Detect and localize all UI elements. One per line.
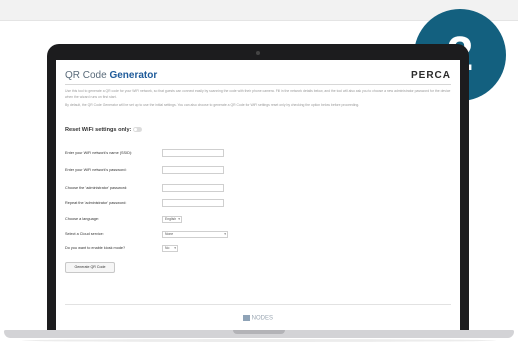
footer-divider	[65, 304, 451, 305]
laptop-shadow	[22, 339, 496, 342]
laptop-base-notch	[233, 330, 285, 334]
kiosk-select[interactable]: No ▾	[162, 245, 178, 252]
kiosk-value: No	[165, 246, 170, 250]
chevron-down-icon: ▾	[178, 217, 180, 221]
ssid-label: Enter your WiFi network's name (SSID):	[65, 151, 133, 155]
footer-brand-text: NODES	[251, 315, 273, 322]
wifi-password-label: Enter your WiFi network's password:	[65, 168, 127, 172]
qr-generator-page: QR Code Generator PERCA Use this tool to…	[65, 70, 451, 273]
admin-password-row: Choose the 'administrator' password:	[65, 184, 451, 196]
cloud-select[interactable]: None ▾	[162, 231, 228, 238]
header-divider	[65, 84, 451, 85]
admin-password-input[interactable]	[162, 184, 224, 192]
chevron-down-icon: ▾	[224, 232, 226, 236]
kiosk-label: Do you want to enable kiosk mode?	[65, 246, 126, 250]
admin-password-repeat-label: Repeat the 'administrator' password:	[65, 201, 127, 205]
page-title-plain: QR Code	[65, 70, 110, 81]
toggle-knob	[134, 128, 137, 131]
admin-password-repeat-input[interactable]	[162, 199, 224, 207]
footer-brand: NODES	[56, 315, 460, 322]
intro-text: Use this tool to generate a QR code for …	[65, 89, 451, 112]
admin-password-repeat-row: Repeat the 'administrator' password:	[65, 199, 451, 211]
wifi-password-input[interactable]	[162, 166, 224, 174]
cloud-row: Select a Cloud service: None ▾	[65, 230, 451, 242]
page-title-accent: Generator	[109, 70, 158, 81]
language-value: English	[165, 217, 177, 221]
cloud-value: None	[165, 232, 174, 236]
reset-wifi-label: Reset WiFi settings only:	[65, 127, 132, 133]
laptop-screen: QR Code Generator PERCA Use this tool to…	[56, 60, 460, 330]
intro-paragraph-2: By default, the QR Code Generator will b…	[65, 103, 360, 107]
language-label: Choose a language:	[65, 217, 99, 221]
ssid-row: Enter your WiFi network's name (SSID):	[65, 149, 451, 161]
generate-qr-button[interactable]: Generate QR Code	[65, 262, 115, 273]
ssid-input[interactable]	[162, 149, 224, 157]
brand-logo: PERCA	[410, 70, 451, 81]
cloud-label: Select a Cloud service:	[65, 232, 104, 236]
language-row: Choose a language: English ▾	[65, 215, 451, 227]
page-title: QR Code Generator	[65, 70, 157, 81]
chevron-down-icon: ▾	[174, 246, 176, 250]
wifi-password-row: Enter your WiFi network's password:	[65, 166, 451, 178]
admin-password-label: Choose the 'administrator' password:	[65, 186, 128, 190]
nodes-logo-icon	[242, 315, 250, 321]
kiosk-row: Do you want to enable kiosk mode? No ▾	[65, 244, 451, 256]
reset-wifi-toggle[interactable]	[133, 127, 142, 132]
camera-icon	[256, 51, 260, 55]
intro-paragraph-1: Use this tool to generate a QR code for …	[65, 89, 451, 99]
laptop-base	[0, 330, 518, 350]
laptop-frame: QR Code Generator PERCA Use this tool to…	[47, 44, 469, 330]
language-select[interactable]: English ▾	[162, 216, 182, 223]
